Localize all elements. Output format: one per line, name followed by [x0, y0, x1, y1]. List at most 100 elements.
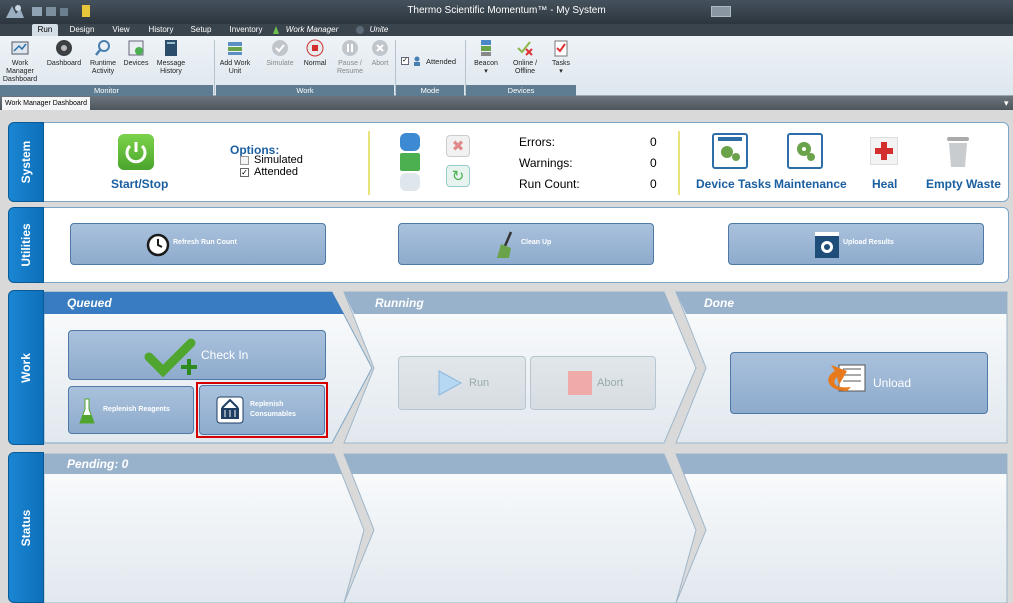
heal-label: Heal — [872, 177, 898, 191]
normal-button[interactable]: Normal — [300, 38, 330, 68]
system-side-tab: System — [8, 122, 44, 202]
online-offline-icon — [517, 41, 533, 56]
magnifier-icon — [95, 40, 110, 56]
unload-arrow-icon — [828, 364, 866, 392]
abort-ribbon-label: Abort — [371, 60, 389, 67]
check-in-label: Check In — [201, 348, 249, 362]
abort-button[interactable]: Abort — [530, 356, 656, 410]
document-tab-bar: Work Manager Dashboard ▾ — [0, 96, 1013, 110]
dashboard-button[interactable]: Dashboard — [46, 38, 82, 68]
beacon-status-icon — [400, 133, 420, 191]
abort-label: Abort — [597, 377, 624, 389]
simulated-checkbox[interactable] — [240, 156, 249, 165]
attended-option-checkbox[interactable]: ✓ — [240, 168, 249, 177]
upload-results-icon — [815, 232, 839, 258]
attended-option-label: Attended — [254, 166, 299, 178]
device-tasks-button[interactable] — [712, 133, 748, 169]
replenish-consumables-button[interactable]: Replenish Consumables — [199, 385, 325, 435]
simulate-button[interactable]: Simulate — [264, 38, 296, 68]
maintenance-gear-icon — [797, 142, 815, 161]
dashboard-label: Dashboard — [46, 60, 82, 67]
play-icon — [438, 370, 463, 396]
beacon-label: Beacon — [474, 60, 498, 67]
tab-inventory[interactable]: Inventory — [228, 24, 264, 36]
tasks-dropdown-arrow: ▾ — [559, 68, 563, 75]
abort-ribbon-button[interactable]: Abort — [368, 38, 392, 68]
tab-unite[interactable]: Unite — [368, 24, 390, 36]
layout-dropdown[interactable] — [711, 6, 731, 17]
ribbon: Work Manager Dashboard Dashboard Runtime… — [0, 36, 1013, 96]
tab-history[interactable]: History — [146, 24, 176, 36]
attended-checkbox[interactable]: ✓ — [401, 57, 409, 65]
queued-header: Queued — [67, 296, 112, 310]
run-label: Run — [469, 377, 490, 389]
tab-view[interactable]: View — [110, 24, 132, 36]
heal-button[interactable] — [870, 137, 898, 165]
replenish-reagents-label: Replenish Reagents — [103, 406, 170, 413]
work-side-tab: Work — [8, 290, 44, 445]
reset-button[interactable]: ↻ — [446, 165, 470, 187]
device-tasks-label: Device Tasks — [696, 177, 772, 191]
replenish-reagents-button[interactable]: Replenish Reagents — [68, 386, 194, 434]
clean-up-button[interactable]: Clean Up — [398, 223, 654, 265]
clear-errors-button[interactable]: ✖ — [446, 135, 470, 157]
check-in-button[interactable]: Check In — [68, 330, 326, 380]
tasks-label: Tasks — [552, 60, 570, 67]
upload-results-button[interactable]: Upload Results — [728, 223, 984, 265]
tab-setup[interactable]: Setup — [188, 24, 214, 36]
utilities-side-label: Utilities — [19, 223, 33, 267]
warnings-label: Warnings: — [519, 156, 573, 170]
tasks-button[interactable]: Tasks ▾ — [548, 38, 574, 76]
refresh-run-count-button[interactable]: Refresh Run Count — [70, 223, 326, 265]
refresh-run-count-label: Refresh Run Count — [173, 239, 237, 246]
done-header: Done — [704, 296, 734, 310]
refresh-icon: ↻ — [451, 168, 465, 185]
message-history-button[interactable]: Message History — [152, 38, 190, 76]
broom-icon — [497, 231, 513, 258]
waste-bin-icon[interactable] — [943, 133, 973, 169]
simulate-check-icon — [272, 40, 288, 56]
run-count-value: 0 — [650, 177, 657, 191]
unload-button[interactable]: Unload — [730, 352, 988, 414]
replenish-consumables-label-1: Replenish — [250, 401, 284, 408]
attended-person-icon — [414, 56, 420, 66]
tab-design[interactable]: Design — [68, 24, 96, 36]
work-manager-dashboard-button[interactable]: Work Manager Dashboard — [0, 38, 40, 84]
clean-up-label: Clean Up — [521, 239, 552, 246]
devices-icon — [128, 40, 144, 56]
maintenance-label: Maintenance — [774, 177, 847, 191]
tab-menu-arrow[interactable]: ▾ — [1004, 97, 1013, 109]
errors-label: Errors: — [519, 135, 555, 149]
devices-button[interactable]: Devices — [122, 38, 150, 68]
tab-work-manager[interactable]: Work Manager — [284, 24, 340, 36]
status-side-label: Status — [19, 509, 33, 546]
pause-icon — [342, 40, 358, 56]
warnings-value: 0 — [650, 156, 657, 170]
add-work-unit-icon — [228, 42, 242, 55]
divider — [678, 131, 680, 195]
power-icon — [125, 142, 147, 164]
replenish-consumables-label-2: Consumables — [250, 411, 296, 418]
runtime-activity-label: Runtime Activity — [89, 60, 117, 75]
window-title: Thermo Scientific Momentum™ - My System — [407, 5, 606, 16]
work-manager-tab-icon — [273, 26, 279, 34]
heal-cross-icon — [875, 142, 893, 160]
group-separator — [214, 40, 215, 94]
online-offline-button[interactable]: Online / Offline — [508, 38, 542, 76]
start-stop-button[interactable] — [118, 134, 154, 170]
runtime-activity-button[interactable]: Runtime Activity — [86, 38, 120, 76]
beacon-button[interactable]: Beacon ▾ — [470, 38, 502, 76]
run-count-label: Run Count: — [519, 177, 580, 191]
check-plus-icon — [144, 338, 197, 377]
tab-work-manager-dashboard[interactable]: Work Manager Dashboard — [2, 97, 90, 110]
message-history-label: Message History — [156, 60, 186, 75]
dashboard-content: System Start/Stop Options: Simulated ✓ A… — [0, 110, 1013, 603]
monitor-group-label: Monitor — [0, 85, 213, 96]
online-offline-label: Online / Offline — [512, 60, 538, 75]
tab-run[interactable]: Run — [32, 24, 58, 36]
add-work-unit-button[interactable]: Add Work Unit — [216, 38, 254, 76]
run-button[interactable]: Run — [398, 356, 526, 410]
system-side-label: System — [19, 140, 33, 184]
pause-resume-button[interactable]: Pause / Resume — [334, 38, 366, 76]
maintenance-button[interactable] — [787, 133, 823, 169]
